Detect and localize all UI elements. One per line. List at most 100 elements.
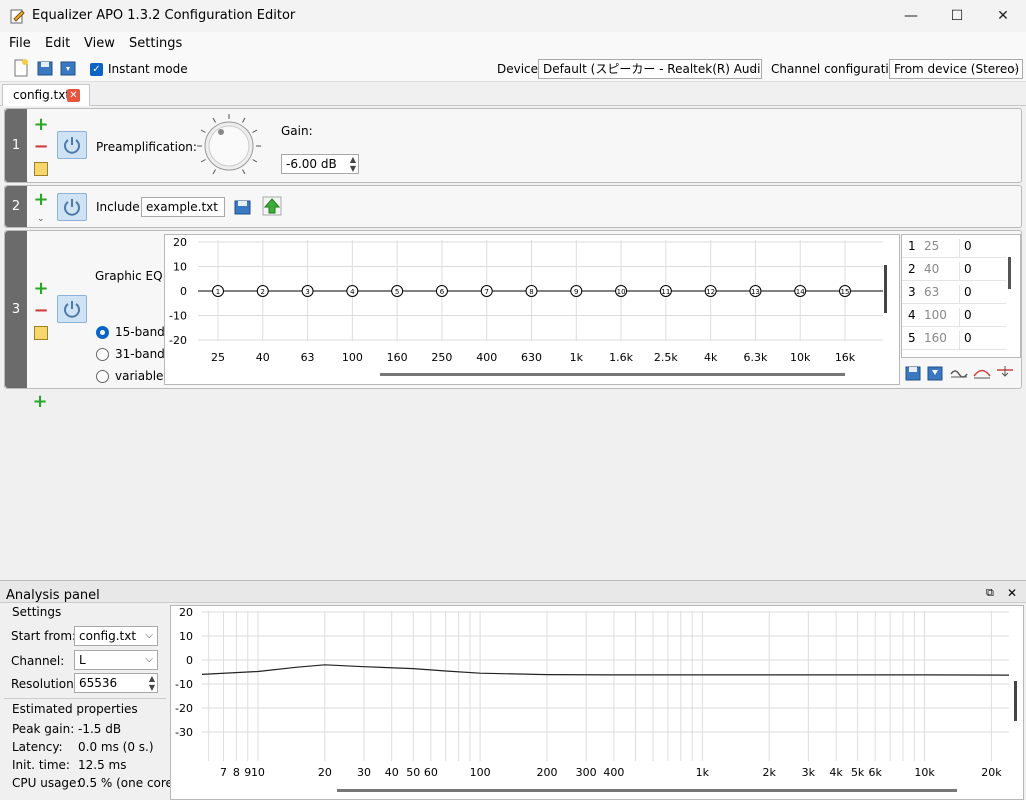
radio-15-band[interactable] bbox=[96, 326, 109, 339]
instant-mode-checkbox[interactable]: ✓ bbox=[90, 63, 103, 76]
edit-filter-icon[interactable] bbox=[34, 162, 48, 176]
menu-edit[interactable]: Edit bbox=[45, 36, 70, 51]
gain-knob[interactable] bbox=[195, 112, 263, 180]
eq-band-node[interactable]: 11 bbox=[659, 285, 672, 297]
open-file-icon[interactable] bbox=[36, 59, 54, 77]
eq-band-node[interactable]: 8 bbox=[525, 285, 538, 297]
band-gain[interactable]: 0 bbox=[964, 262, 972, 276]
x-tick-label: 160 bbox=[387, 351, 408, 364]
x-tick-label: 100 bbox=[470, 766, 491, 779]
eq-band-node[interactable]: 5 bbox=[391, 285, 404, 297]
eq-band-node[interactable]: 3 bbox=[301, 285, 314, 297]
band-gain[interactable]: 0 bbox=[964, 239, 972, 253]
restore-panel-icon[interactable]: ⧉ bbox=[986, 586, 994, 600]
add-filter-icon[interactable]: + bbox=[33, 191, 49, 209]
close-tab-icon[interactable]: ✕ bbox=[67, 89, 80, 102]
flatten-icon[interactable] bbox=[950, 364, 968, 382]
filter-number[interactable]: 3 bbox=[5, 231, 27, 388]
band-gain[interactable]: 0 bbox=[964, 331, 972, 345]
remove-filter-icon[interactable]: − bbox=[33, 138, 49, 156]
analysis-plot[interactable]: 20 10 0 -10 -20 -30 7 8 9 10 20 30 40 50 60 100 200 300 4… bbox=[170, 605, 1024, 800]
minimize-button[interactable]: — bbox=[888, 0, 934, 32]
menu-file[interactable]: File bbox=[9, 36, 31, 51]
table-scrollbar[interactable] bbox=[1008, 257, 1011, 289]
channel-select[interactable]: L ⌵ bbox=[74, 650, 158, 670]
analysis-chart-svg: 20100-10-20-30 7 8 9 10 20 30 40 50 60 100 200 300 4… bbox=[175, 606, 1017, 792]
eq-band-node[interactable]: 12 bbox=[704, 285, 717, 297]
eq-band-node[interactable]: 4 bbox=[346, 285, 359, 297]
power-toggle-button[interactable] bbox=[57, 193, 87, 221]
remove-filter-icon[interactable]: − bbox=[33, 302, 49, 320]
close-panel-icon[interactable]: ✕ bbox=[1007, 586, 1017, 600]
open-file-icon[interactable] bbox=[233, 197, 253, 217]
chevron-down-icon: ⌵ bbox=[749, 63, 757, 74]
window-title: Equalizer APO 1.3.2 Configuration Editor bbox=[32, 8, 296, 23]
save-file-icon[interactable] bbox=[59, 59, 77, 77]
table-row[interactable]: 3 63 0 bbox=[902, 281, 1006, 304]
spinner-icon[interactable]: ▲ ▼ bbox=[149, 674, 155, 692]
resolution-input[interactable]: 65536 ▲ ▼ bbox=[74, 673, 158, 693]
band-gain[interactable]: 0 bbox=[964, 285, 972, 299]
eq-node-label: 15 bbox=[841, 288, 850, 296]
new-file-icon[interactable] bbox=[12, 59, 30, 77]
edit-filter-icon[interactable] bbox=[34, 326, 48, 340]
band-table[interactable]: 1 25 0 2 40 0 3 63 0 4 100 0 5 160 0 bbox=[901, 234, 1021, 358]
add-filter-icon[interactable]: + bbox=[33, 116, 49, 134]
add-filter-bottom-icon[interactable]: + bbox=[32, 393, 48, 411]
tab-bar: config.txt ✕ bbox=[0, 82, 1026, 106]
band-gain[interactable]: 0 bbox=[964, 308, 972, 322]
table-row[interactable]: 4 100 0 bbox=[902, 304, 1006, 327]
table-row[interactable]: 1 25 0 bbox=[902, 235, 1006, 258]
eq-band-node[interactable]: 1 bbox=[212, 285, 224, 297]
load-icon[interactable] bbox=[927, 364, 945, 382]
tab-config-txt[interactable]: config.txt ✕ bbox=[2, 84, 90, 106]
include-file-input[interactable]: example.txt bbox=[141, 197, 225, 217]
horizontal-scrollbar[interactable] bbox=[380, 373, 845, 376]
horizontal-scrollbar[interactable] bbox=[337, 789, 957, 792]
radio-31-band[interactable] bbox=[96, 348, 109, 361]
band-frequency: 100 bbox=[924, 308, 960, 326]
maximize-button[interactable]: ☐ bbox=[934, 0, 980, 32]
band-index: 3 bbox=[908, 285, 916, 299]
close-button[interactable]: ✕ bbox=[980, 0, 1026, 32]
save-icon[interactable] bbox=[905, 364, 923, 382]
vertical-scrollbar[interactable] bbox=[1014, 681, 1017, 721]
eq-band-node[interactable]: 9 bbox=[570, 285, 583, 297]
prop-peak-gain-value: -1.5 dB bbox=[78, 722, 122, 736]
eq-band-node[interactable]: 2 bbox=[256, 285, 269, 297]
channel-value: L bbox=[79, 653, 86, 667]
channel-label: Channel: bbox=[11, 654, 65, 668]
eq-node-label: 1 bbox=[216, 288, 220, 296]
eq-node-label: 9 bbox=[574, 288, 578, 296]
power-toggle-button[interactable] bbox=[57, 131, 87, 159]
invert-icon[interactable] bbox=[973, 364, 991, 382]
menu-settings[interactable]: Settings bbox=[129, 36, 182, 51]
device-select[interactable]: Default (スピーカー - Realtek(R) Audio) ⌵ bbox=[538, 59, 762, 79]
table-row[interactable]: 5 160 0 bbox=[902, 327, 1006, 350]
prop-latency-value: 0.0 ms (0 s.) bbox=[78, 740, 154, 754]
expand-chevron-icon[interactable]: ⌄ bbox=[37, 214, 45, 224]
channel-config-select[interactable]: From device (Stereo) ⌵ bbox=[889, 59, 1023, 79]
power-toggle-button[interactable] bbox=[57, 295, 87, 323]
radio-variable[interactable] bbox=[96, 370, 109, 383]
eq-band-node[interactable]: 15 bbox=[839, 285, 851, 297]
start-from-select[interactable]: config.txt ⌵ bbox=[74, 626, 158, 646]
filter-number[interactable]: 1 bbox=[5, 109, 27, 182]
table-row[interactable]: 2 40 0 bbox=[902, 258, 1006, 281]
eq-chart-svg: 20100-10-20 25 40 63 100 160 250 400 630 1k 1.6k 2… bbox=[169, 236, 887, 376]
analysis-title: Analysis panel bbox=[6, 588, 100, 603]
eq-band-node[interactable]: 14 bbox=[794, 285, 807, 297]
eq-band-node[interactable]: 7 bbox=[480, 285, 493, 297]
eq-band-node[interactable]: 6 bbox=[435, 285, 448, 297]
graphic-eq-plot[interactable]: 20 10 0 -10 -20 25 40 63 100 160 250 400 630 1k 1.6k 2… bbox=[164, 234, 900, 385]
filter-number[interactable]: 2 bbox=[5, 186, 27, 227]
gain-input[interactable]: -6.00 dB ▲ ▼ bbox=[281, 154, 359, 174]
add-filter-icon[interactable]: + bbox=[33, 280, 49, 298]
normalize-icon[interactable] bbox=[996, 364, 1014, 382]
eq-band-node[interactable]: 13 bbox=[749, 285, 762, 297]
go-up-arrow-icon[interactable] bbox=[262, 196, 282, 216]
vertical-scrollbar[interactable] bbox=[884, 265, 887, 313]
spinner-icon[interactable]: ▲ ▼ bbox=[350, 155, 356, 173]
menu-view[interactable]: View bbox=[84, 36, 115, 51]
eq-band-node[interactable]: 10 bbox=[615, 285, 628, 297]
